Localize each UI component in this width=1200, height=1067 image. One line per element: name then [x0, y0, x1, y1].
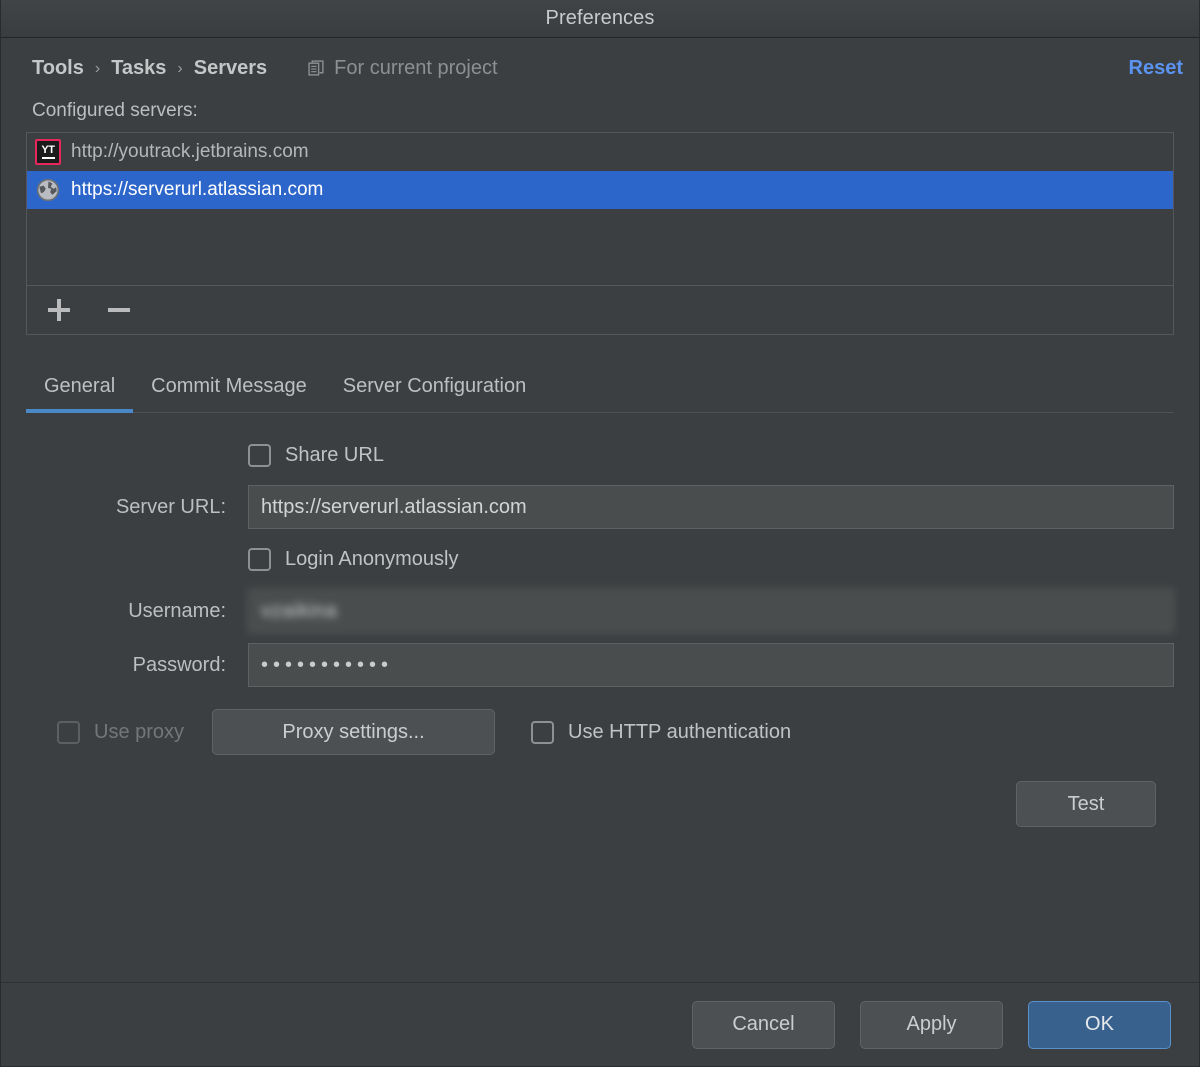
- username-row: Username: vzaikina: [26, 589, 1174, 633]
- breadcrumb-item-tools[interactable]: Tools: [32, 57, 84, 80]
- servers-list-container: YT http://youtrack.jetbrains.com https:/…: [1, 132, 1199, 335]
- tab-server-configuration[interactable]: Server Configuration: [325, 363, 544, 412]
- server-url-label: Server URL:: [115, 495, 226, 518]
- project-scope: For current project: [308, 56, 498, 80]
- server-url-input[interactable]: https://serverurl.atlassian.com: [248, 485, 1174, 529]
- share-url-checkbox[interactable]: [248, 443, 271, 467]
- login-anonymously-label: Login Anonymously: [285, 547, 459, 570]
- dialog-footer: Cancel Apply OK: [1, 982, 1199, 1066]
- proxy-settings-button[interactable]: Proxy settings...: [212, 709, 496, 755]
- server-url-label: https://serverurl.atlassian.com: [71, 179, 324, 200]
- servers-list[interactable]: YT http://youtrack.jetbrains.com https:/…: [26, 132, 1174, 285]
- plus-icon: [48, 299, 70, 321]
- server-url-row: Server URL: https://serverurl.atlassian.…: [26, 485, 1174, 529]
- dialog-title: Preferences: [545, 7, 655, 29]
- server-detail-tabs: General Commit Message Server Configurat…: [26, 363, 1174, 413]
- test-row: Test: [26, 781, 1174, 827]
- use-http-authentication-label: Use HTTP authentication: [568, 720, 792, 743]
- proxy-row: Use proxy Proxy settings... Use HTTP aut…: [26, 709, 1174, 755]
- username-label: Username:: [128, 599, 226, 622]
- cancel-button[interactable]: Cancel: [692, 1000, 835, 1049]
- server-url-label: http://youtrack.jetbrains.com: [71, 141, 309, 162]
- use-proxy-label: Use proxy: [94, 720, 185, 743]
- project-scope-icon: [308, 59, 324, 76]
- preferences-dialog: Preferences Tools › Tasks › Servers For …: [0, 0, 1200, 1067]
- login-anonymously-checkbox[interactable]: [248, 547, 271, 571]
- chevron-right-icon: ›: [177, 60, 183, 77]
- breadcrumb: Tools › Tasks › Servers For current proj…: [1, 38, 1199, 98]
- tab-general[interactable]: General: [26, 363, 134, 413]
- chevron-right-icon: ›: [94, 60, 101, 77]
- youtrack-icon: YT: [35, 139, 61, 165]
- share-url-row: Share URL: [26, 435, 1174, 475]
- password-input[interactable]: •••••••••••: [248, 643, 1174, 687]
- reset-link[interactable]: Reset: [1129, 57, 1183, 80]
- configured-servers-label: Configured servers:: [32, 100, 198, 121]
- globe-icon: [36, 178, 60, 202]
- login-anonymously-row: Login Anonymously: [26, 539, 1174, 579]
- project-scope-label: For current project: [334, 56, 498, 79]
- dialog-titlebar: Preferences: [1, 0, 1199, 38]
- test-button[interactable]: Test: [1016, 781, 1156, 827]
- breadcrumb-item-servers: Servers: [193, 56, 268, 79]
- password-masked-value: •••••••••••: [261, 654, 394, 676]
- ok-button[interactable]: OK: [1028, 1000, 1171, 1049]
- password-label: Password:: [132, 653, 226, 676]
- general-tab-panel: Share URL Server URL: https://serverurl.…: [1, 413, 1199, 982]
- breadcrumb-item-tasks[interactable]: Tasks: [111, 57, 166, 80]
- password-row: Password: •••••••••••: [26, 643, 1174, 687]
- tab-commit-message[interactable]: Commit Message: [133, 363, 325, 412]
- use-http-authentication-checkbox[interactable]: [531, 720, 555, 744]
- servers-list-toolbar: [26, 285, 1174, 335]
- minus-icon: [108, 308, 130, 312]
- list-item[interactable]: https://serverurl.atlassian.com: [27, 171, 1173, 209]
- remove-server-button[interactable]: [101, 292, 137, 328]
- list-item[interactable]: YT http://youtrack.jetbrains.com: [27, 133, 1173, 171]
- share-url-label: Share URL: [285, 443, 384, 466]
- use-http-authentication-row: Use HTTP authentication: [531, 720, 792, 744]
- username-input[interactable]: vzaikina: [248, 589, 1174, 633]
- use-proxy-checkbox[interactable]: [57, 720, 80, 744]
- apply-button[interactable]: Apply: [860, 1000, 1003, 1049]
- add-server-button[interactable]: [41, 292, 77, 328]
